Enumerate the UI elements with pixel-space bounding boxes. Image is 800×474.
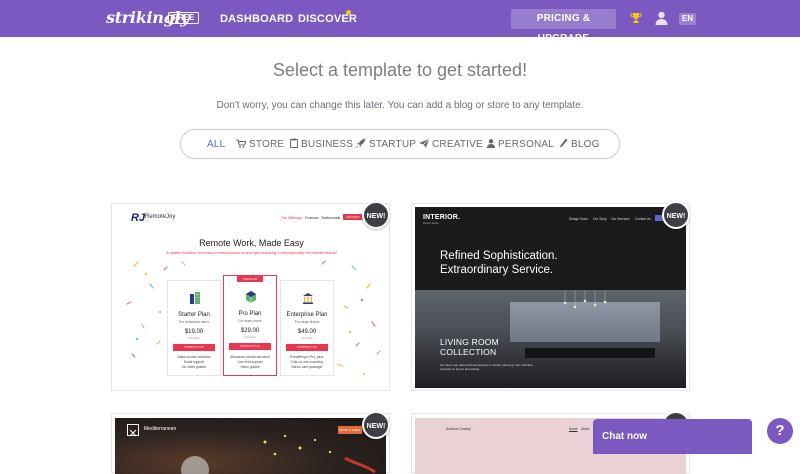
- filter-creative[interactable]: CREATIVE: [419, 130, 483, 160]
- template-card-remotejoy[interactable]: RJ RemoteJoy Our Offerings Features Test…: [111, 203, 390, 391]
- plan-name: Enterprise Plan: [286, 312, 328, 318]
- template-filter-bar: ALL STORE BUSINESS STARTUP CREATIVE PERS…: [180, 129, 620, 159]
- collection-title-line: COLLECTION: [440, 347, 497, 357]
- living-room-photo: LIVING ROOM COLLECTION Our team can assi…: [415, 290, 686, 388]
- food-photo-decoration: [181, 434, 376, 474]
- clipboard-icon: [290, 138, 298, 148]
- filter-personal[interactable]: PERSONAL: [487, 130, 554, 160]
- filter-label: STORE: [249, 139, 285, 150]
- plan-contact-button: CONTACT US: [229, 343, 271, 350]
- plan-feature: No video guides: [182, 365, 206, 369]
- nav-dashboard[interactable]: DASHBOARD: [220, 13, 293, 25]
- language-selector[interactable]: EN: [679, 13, 697, 25]
- pricing-plan-card: Starter Plan For individual users $19.00…: [167, 280, 221, 376]
- template-brand-name: Andrea Crowley: [446, 427, 471, 431]
- plan-feature: Basic course unlocked: [177, 355, 211, 359]
- filter-store[interactable]: STORE: [236, 130, 284, 160]
- headline-line: Refined Sophistication.: [440, 250, 558, 262]
- collection-title: LIVING ROOM COLLECTION: [440, 337, 499, 357]
- building-icon: [190, 292, 200, 304]
- photo-table: [525, 348, 655, 358]
- template-menu-item: Contact Us: [635, 217, 651, 221]
- paper-plane-icon: [419, 138, 430, 148]
- cube-icon: [246, 291, 256, 303]
- top-navbar: strikingly FREE DASHBOARD DISCOVER PRICI…: [0, 0, 800, 44]
- notification-dot: [346, 10, 351, 15]
- filter-blog[interactable]: BLOG: [559, 130, 600, 160]
- plan-name: Starter Plan: [178, 312, 210, 318]
- cart-icon: [236, 139, 247, 148]
- pen-icon: [560, 138, 568, 148]
- new-badge: NEW!: [362, 411, 390, 439]
- filter-label: BUSINESS: [301, 139, 354, 150]
- template-menu-item: Home: [569, 427, 578, 431]
- bank-icon: [303, 293, 313, 304]
- template-brand-tagline: Design Studio: [423, 222, 439, 225]
- template-card-interior[interactable]: INTERIOR. Design Studio Design Team Our …: [411, 203, 690, 391]
- plan-audience: For large teams: [294, 320, 320, 324]
- headline-line: Extraordinary Service.: [440, 264, 554, 276]
- chat-now-button[interactable]: Chat now: [593, 419, 752, 454]
- popular-tag: POPULAR: [237, 276, 263, 282]
- plan-feature: Bonus care package!: [291, 365, 323, 369]
- plan-feature: Live chat support: [237, 360, 263, 364]
- pricing-plan-card-featured: POPULAR Pro Plan For team users $29.00 p…: [223, 275, 277, 376]
- plan-period: per month: [244, 336, 256, 339]
- filter-startup[interactable]: STARTUP: [356, 130, 416, 160]
- plan-audience: For individual users: [178, 320, 210, 324]
- filter-label: BLOG: [571, 139, 600, 150]
- filter-label: STARTUP: [369, 139, 417, 150]
- plan-feature: Advanced course unlocked: [230, 355, 270, 359]
- pricing-plan-card: Enterprise Plan For large teams $49.00 p…: [280, 280, 334, 376]
- person-icon: [487, 139, 495, 148]
- template-menu-item: Our Services: [611, 217, 630, 221]
- template-card-mediterranean[interactable]: Mediterranean BOOK A TABLE: [111, 413, 390, 474]
- filter-all[interactable]: ALL: [207, 130, 225, 160]
- user-icon[interactable]: [655, 11, 668, 25]
- plan-feature: One-on-one coaching: [291, 360, 323, 364]
- new-badge: NEW!: [662, 201, 690, 229]
- plan-feature: Everything in Pro, plus:: [290, 355, 324, 359]
- rocket-icon: [356, 138, 366, 148]
- template-headline: Remote Work, Made Easy: [199, 238, 304, 248]
- template-menu-item: Our Story: [593, 217, 607, 221]
- filter-label: PERSONAL: [498, 139, 555, 150]
- plan-contact-button: CONTACT US: [173, 344, 215, 351]
- page-subtitle: Don't worry, you can change this later. …: [216, 100, 584, 111]
- collection-description: Our team can assist with all aspects of …: [440, 363, 533, 371]
- plan-feature: Email support: [183, 360, 205, 364]
- template-brand-name: INTERIOR.: [423, 214, 461, 221]
- plan-period: per month: [301, 337, 313, 340]
- plan-name: Pro Plan: [238, 311, 262, 317]
- filter-label: ALL: [207, 139, 226, 150]
- plan-badge: FREE: [168, 12, 200, 24]
- trophy-icon[interactable]: [630, 12, 642, 24]
- filter-business[interactable]: BUSINESS: [290, 130, 353, 160]
- template-menu-item: Design Team: [569, 217, 588, 221]
- template-headline: Refined Sophistication. Extraordinary Se…: [440, 249, 558, 277]
- plan-period: per month: [188, 337, 200, 340]
- plan-feature: Video guides: [240, 365, 260, 369]
- collection-title-line: LIVING ROOM: [440, 337, 499, 347]
- help-button[interactable]: ?: [767, 418, 793, 444]
- template-preview: Mediterranean BOOK A TABLE: [115, 418, 386, 474]
- chandelier-decoration: [563, 290, 607, 309]
- plan-price: $19.00: [184, 329, 204, 335]
- plan-contact-button: CONTACT US: [286, 344, 328, 351]
- plan-price: $29.00: [240, 328, 260, 334]
- filter-label: CREATIVE: [432, 139, 483, 150]
- pricing-upgrade-button[interactable]: PRICING & UPGRADE: [511, 9, 616, 44]
- plan-price: $49.00: [297, 329, 317, 335]
- template-menu-item: About: [581, 427, 590, 431]
- page-title: Select a template to get started!: [272, 60, 528, 80]
- new-badge: NEW!: [362, 201, 390, 229]
- plan-audience: For team users: [238, 319, 262, 323]
- template-subheadline: A unified solution for team communicatio…: [166, 250, 337, 255]
